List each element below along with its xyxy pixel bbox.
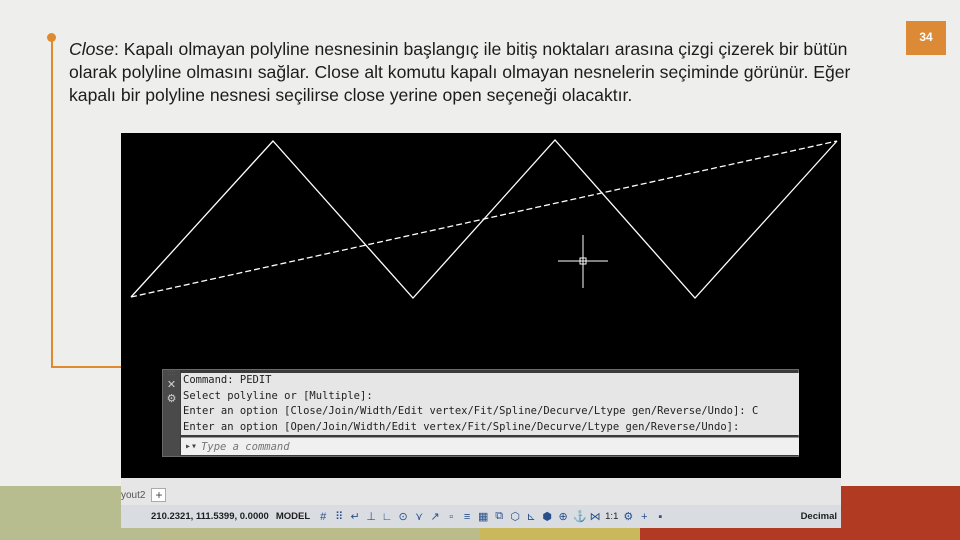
command-line-panel: :::: ✕ ⚙ Command: PEDITSelect polyline o…: [162, 369, 799, 457]
plus-icon[interactable]: +: [638, 511, 650, 523]
annotation-scale[interactable]: 1:1: [605, 511, 618, 522]
infer-constraints-icon[interactable]: ↵: [349, 510, 361, 523]
command-input-row: ▸▾: [181, 437, 799, 455]
history-line: Command: PEDIT: [183, 374, 272, 386]
wrench-icon[interactable]: ⚙: [163, 392, 180, 406]
status-bar: 210.2321, 111.5399, 0.0000 MODEL # ⠿ ↵ ⊥…: [121, 505, 841, 528]
gizmo-icon[interactable]: ⬢: [541, 510, 553, 523]
grid-icon[interactable]: #: [317, 511, 329, 523]
annotation-monitor-icon[interactable]: ⊕: [557, 510, 569, 523]
3d-osnap-icon[interactable]: ⬡: [509, 510, 521, 523]
auto-scale-icon[interactable]: ⋈: [589, 510, 601, 523]
selection-cycling-icon[interactable]: ⧉: [493, 510, 505, 523]
history-line: Enter an option [Open/Join/Width/Edit ve…: [183, 420, 740, 433]
isolate-objects-icon[interactable]: ▪: [654, 511, 666, 523]
snap-icon[interactable]: ⠿: [333, 510, 345, 523]
frame-line-horizontal: [51, 366, 123, 368]
crosshair-cursor: [558, 235, 608, 288]
frame-line-vertical: [51, 38, 53, 368]
paragraph-text: : Kapalı olmayan polyline nesnesinin baş…: [69, 39, 851, 105]
grip-icon[interactable]: ::::: [163, 370, 180, 378]
history-line: Select polyline or [Multiple]:: [183, 389, 373, 402]
object-snap-tracking-icon[interactable]: ↗: [429, 510, 441, 523]
lineweight-icon[interactable]: ≡: [461, 511, 473, 523]
autocad-window: :::: ✕ ⚙ Command: PEDITSelect polyline o…: [121, 133, 841, 528]
transparency-icon[interactable]: ▦: [477, 510, 489, 523]
isodraft-icon[interactable]: ⋎: [413, 510, 425, 523]
command-line-sidebar: :::: ✕ ⚙: [163, 370, 180, 456]
model-space-button[interactable]: MODEL: [273, 511, 313, 522]
command-input[interactable]: [201, 440, 762, 453]
annotation-visibility-icon[interactable]: ⚓: [573, 510, 587, 523]
command-prompt-icon[interactable]: ▸▾: [185, 441, 197, 452]
page-number: 34: [906, 21, 946, 55]
tab-layout2[interactable]: yout2: [121, 490, 151, 505]
slide-body-text: Close: Kapalı olmayan polyline nesnesini…: [69, 38, 889, 107]
term-close: Close: [69, 39, 114, 59]
gear-icon[interactable]: ⚙: [622, 510, 634, 523]
layout-tabs-bar: yout2 +: [121, 478, 841, 505]
polar-tracking-icon[interactable]: ⊙: [397, 510, 409, 523]
ducs-icon[interactable]: ⊾: [525, 510, 537, 523]
command-history: Command: PEDIT Select polyline or [Multip…: [181, 373, 799, 435]
add-layout-button[interactable]: +: [151, 488, 167, 502]
polyline-closing-segment[interactable]: [130, 140, 838, 298]
units-display[interactable]: Decimal: [801, 511, 841, 522]
dynamic-input-icon[interactable]: ⊥: [365, 510, 377, 523]
coordinate-readout[interactable]: 210.2321, 111.5399, 0.0000: [151, 511, 269, 522]
close-icon[interactable]: ✕: [163, 378, 180, 392]
history-line: Enter an option [Close/Join/Width/Edit v…: [183, 405, 759, 417]
object-snap-icon[interactable]: ▫: [445, 511, 457, 523]
ortho-icon[interactable]: ∟: [381, 511, 393, 523]
